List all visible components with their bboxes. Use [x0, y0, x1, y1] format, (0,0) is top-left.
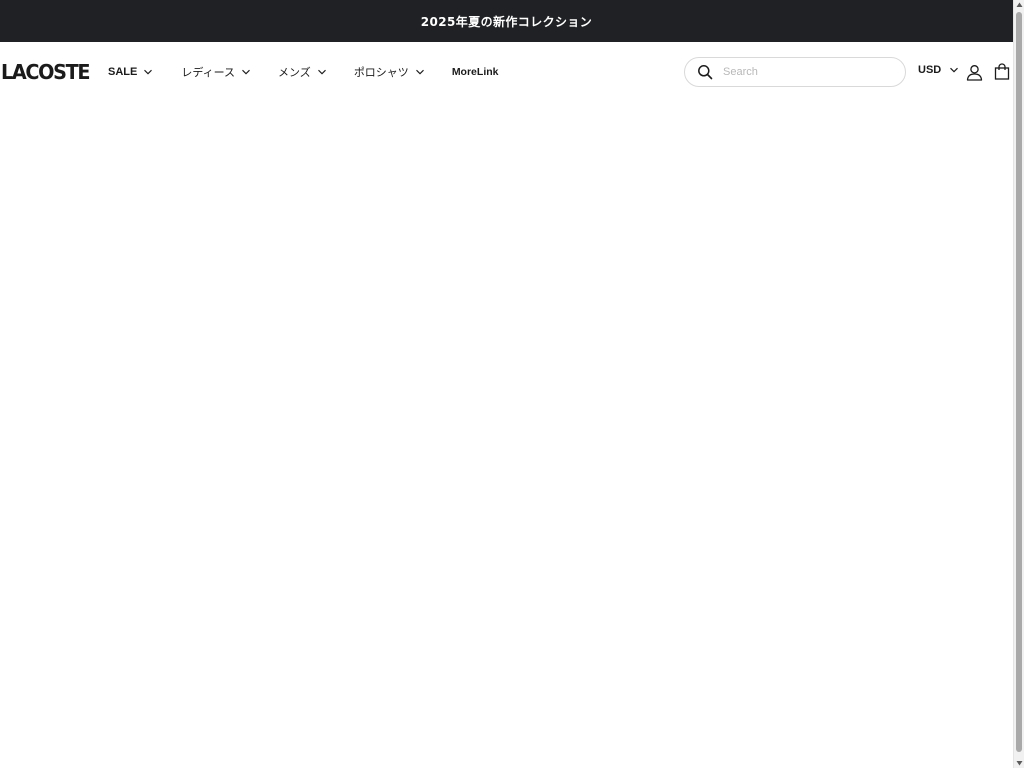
currency-selector[interactable]: USD	[918, 64, 959, 76]
announcement-text: 2025年夏の新作コレクション	[420, 14, 593, 29]
site-header: LACOSTE SALE レディース メンズ ポロシャツ MoreLink Se…	[0, 42, 1013, 102]
shopping-bag-icon[interactable]	[994, 63, 1010, 80]
search-icon[interactable]	[697, 64, 713, 80]
scrollbar-thumb[interactable]	[1016, 12, 1022, 752]
nav-item-sale[interactable]: SALE	[108, 66, 153, 78]
chevron-down-icon	[415, 67, 425, 77]
scrollbar[interactable]	[1013, 0, 1024, 768]
nav-item-polo-shirts[interactable]: ポロシャツ	[354, 64, 425, 80]
chevron-down-icon	[317, 67, 327, 77]
search-box	[684, 57, 906, 87]
nav-item-ladies[interactable]: レディース	[181, 64, 251, 80]
scroll-up-arrow-icon[interactable]	[1016, 1, 1023, 9]
chevron-down-icon	[241, 67, 251, 77]
user-icon[interactable]	[966, 64, 983, 81]
currency-label: USD	[918, 64, 942, 76]
nav-item-label: MoreLink	[451, 66, 499, 78]
chevron-down-icon	[143, 67, 153, 77]
search-input[interactable]	[723, 66, 893, 78]
chevron-down-icon	[949, 65, 959, 75]
announcement-bar: 2025年夏の新作コレクション	[0, 0, 1013, 42]
scroll-down-arrow-icon[interactable]	[1016, 759, 1023, 767]
page: 2025年夏の新作コレクション LACOSTE SALE レディース メンズ ポ…	[0, 0, 1013, 768]
nav-item-label: レディース	[181, 66, 236, 79]
nav-item-label: SALE	[108, 66, 138, 78]
nav-item-mens[interactable]: メンズ	[278, 64, 327, 80]
nav-item-label: ポロシャツ	[353, 66, 409, 79]
main-nav: SALE レディース メンズ ポロシャツ MoreLink	[108, 63, 498, 81]
brand-logo[interactable]: LACOSTE	[1, 60, 90, 84]
nav-item-label: メンズ	[278, 66, 311, 79]
nav-item-morelink[interactable]: MoreLink	[452, 66, 499, 78]
